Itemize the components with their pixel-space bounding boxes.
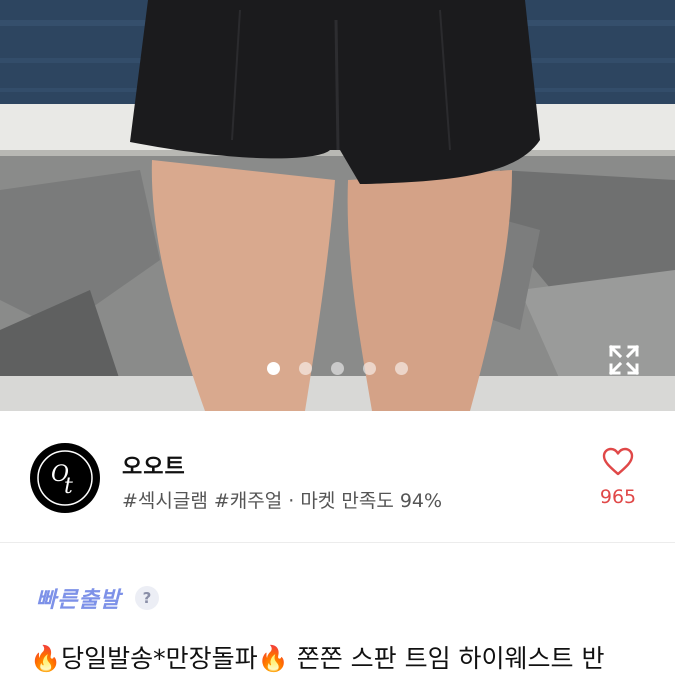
pager-dot[interactable] <box>267 362 280 375</box>
product-title: 🔥당일발송*만장돌파🔥 쫀쫀 스판 트임 하이웨스트 반 <box>30 644 605 673</box>
image-pager[interactable] <box>0 362 675 375</box>
fast-shipping-badge: 빠른출발 ? <box>36 582 159 614</box>
product-image[interactable] <box>0 0 675 411</box>
help-icon[interactable]: ? <box>134 586 159 610</box>
expand-icon <box>608 344 640 376</box>
pager-dot[interactable] <box>299 362 312 375</box>
like-count: 965 <box>599 486 637 508</box>
svg-text:t: t <box>64 474 73 499</box>
photo-illustration <box>0 0 675 411</box>
heart-outline-icon <box>602 447 634 476</box>
shop-avatar[interactable]: O t <box>30 443 100 513</box>
seller-row[interactable]: O t 오오트 #섹시글램 #캐주얼 · 마켓 만족도 94% 965 <box>0 411 675 543</box>
expand-button[interactable] <box>608 344 642 378</box>
shop-tags: #섹시글램 #캐주얼 · 마켓 만족도 94% <box>122 490 443 512</box>
like-button[interactable]: 965 <box>597 447 639 508</box>
shop-name[interactable]: 오오트 <box>122 449 186 481</box>
badge-label: 빠른출발 <box>36 588 121 613</box>
pager-dot[interactable] <box>331 362 344 375</box>
ot-logo-icon: O t <box>32 445 98 511</box>
pager-dot[interactable] <box>363 362 376 375</box>
pager-dot[interactable] <box>395 362 408 375</box>
